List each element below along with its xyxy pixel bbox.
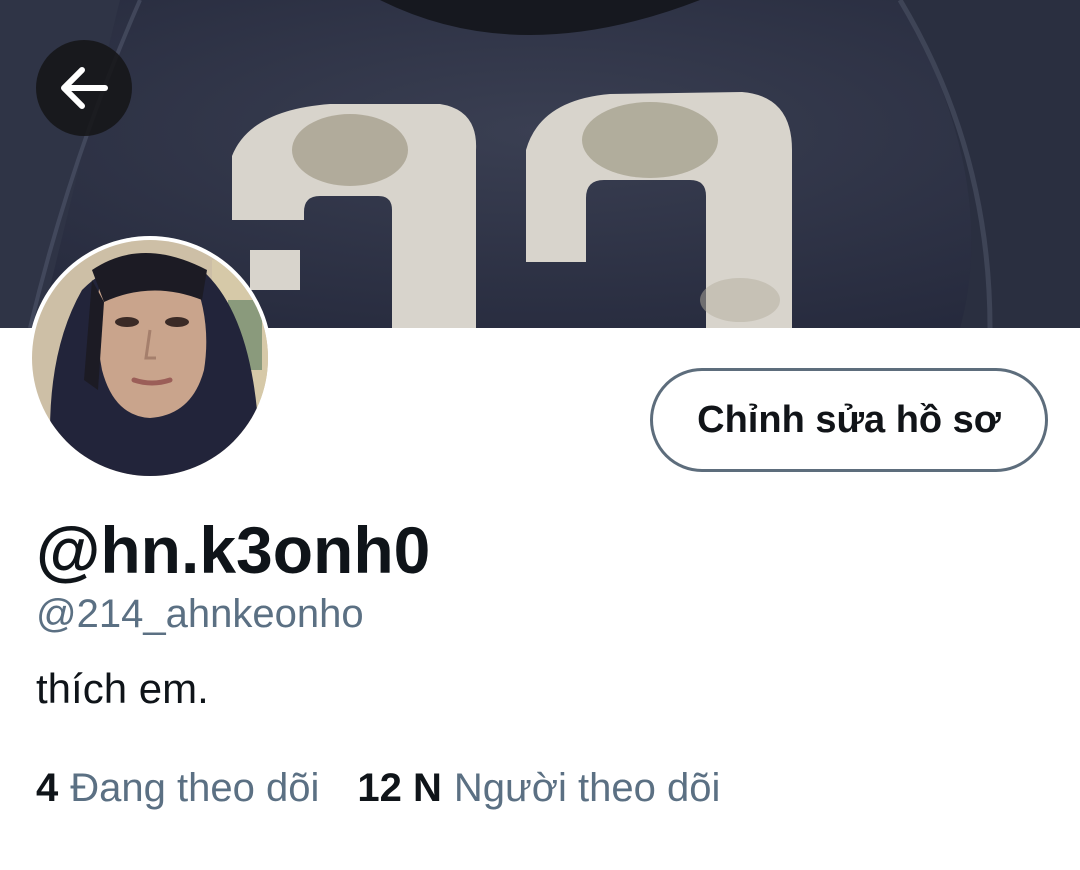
following-count: 4	[36, 766, 59, 810]
back-button[interactable]	[36, 40, 132, 136]
profile-stats: 4 Đang theo dõi 12 N Người theo dõi	[36, 766, 720, 811]
edit-profile-label: Chỉnh sửa hồ sơ	[697, 398, 1001, 441]
followers-count: 12 N	[357, 766, 442, 810]
avatar-image	[32, 240, 268, 476]
following-stat[interactable]: 4 Đang theo dõi	[36, 766, 319, 811]
display-name: @hn.k3onh0	[36, 513, 431, 587]
profile-bio: thích em.	[36, 665, 209, 712]
edit-profile-button[interactable]: Chỉnh sửa hồ sơ	[650, 368, 1048, 472]
followers-label: Người theo dõi	[453, 766, 721, 810]
following-label: Đang theo dõi	[70, 766, 320, 810]
profile-screen: Chỉnh sửa hồ sơ @hn.k3onh0 @214_ahnkeonh…	[0, 0, 1080, 870]
followers-stat[interactable]: 12 N Người theo dõi	[357, 766, 720, 811]
avatar[interactable]	[28, 236, 272, 480]
arrow-left-icon	[61, 67, 108, 109]
user-handle: @214_ahnkeonho	[36, 592, 364, 636]
